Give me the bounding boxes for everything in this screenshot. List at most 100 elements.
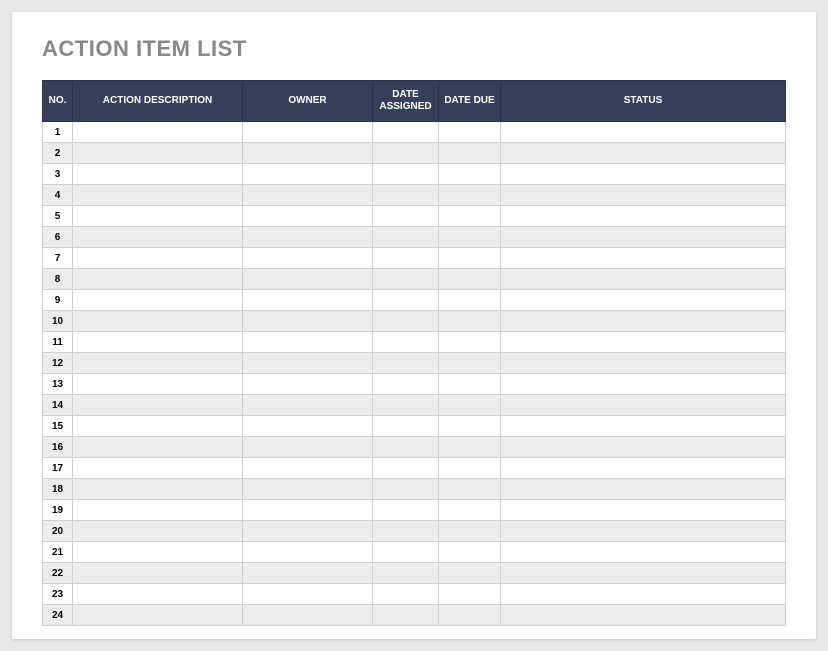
header-owner: OWNER: [243, 81, 373, 122]
cell-date-assigned: [373, 332, 439, 353]
cell-owner: [243, 458, 373, 479]
cell-date-due: [439, 206, 501, 227]
cell-status: [501, 206, 786, 227]
cell-owner: [243, 227, 373, 248]
cell-date-due: [439, 248, 501, 269]
cell-owner: [243, 143, 373, 164]
cell-date-assigned: [373, 374, 439, 395]
cell-owner: [243, 164, 373, 185]
cell-status: [501, 374, 786, 395]
cell-date-due: [439, 164, 501, 185]
cell-status: [501, 353, 786, 374]
cell-date-due: [439, 584, 501, 605]
cell-date-due: [439, 227, 501, 248]
cell-no: 10: [43, 311, 73, 332]
table-row: 23: [43, 584, 786, 605]
table-row: 17: [43, 458, 786, 479]
cell-no: 2: [43, 143, 73, 164]
cell-no: 23: [43, 584, 73, 605]
cell-description: [73, 290, 243, 311]
cell-status: [501, 479, 786, 500]
table-row: 11: [43, 332, 786, 353]
cell-no: 22: [43, 563, 73, 584]
table-row: 24: [43, 605, 786, 626]
cell-description: [73, 395, 243, 416]
header-status: STATUS: [501, 81, 786, 122]
cell-date-due: [439, 500, 501, 521]
cell-status: [501, 563, 786, 584]
cell-owner: [243, 374, 373, 395]
cell-status: [501, 521, 786, 542]
cell-no: 20: [43, 521, 73, 542]
cell-owner: [243, 290, 373, 311]
table-row: 12: [43, 353, 786, 374]
cell-owner: [243, 395, 373, 416]
table-row: 20: [43, 521, 786, 542]
cell-owner: [243, 584, 373, 605]
cell-owner: [243, 332, 373, 353]
cell-status: [501, 395, 786, 416]
cell-status: [501, 584, 786, 605]
table-row: 6: [43, 227, 786, 248]
cell-no: 17: [43, 458, 73, 479]
cell-date-due: [439, 269, 501, 290]
cell-no: 14: [43, 395, 73, 416]
cell-description: [73, 164, 243, 185]
cell-status: [501, 500, 786, 521]
cell-date-assigned: [373, 269, 439, 290]
cell-description: [73, 122, 243, 143]
action-item-table: NO. ACTION DESCRIPTION OWNER DATE ASSIGN…: [42, 80, 786, 626]
cell-description: [73, 353, 243, 374]
cell-description: [73, 416, 243, 437]
cell-no: 24: [43, 605, 73, 626]
cell-date-assigned: [373, 500, 439, 521]
cell-description: [73, 185, 243, 206]
table-row: 16: [43, 437, 786, 458]
cell-date-due: [439, 563, 501, 584]
cell-date-due: [439, 143, 501, 164]
cell-date-assigned: [373, 416, 439, 437]
cell-status: [501, 143, 786, 164]
cell-owner: [243, 563, 373, 584]
cell-date-due: [439, 290, 501, 311]
cell-description: [73, 332, 243, 353]
cell-no: 18: [43, 479, 73, 500]
cell-no: 5: [43, 206, 73, 227]
cell-description: [73, 584, 243, 605]
cell-status: [501, 269, 786, 290]
cell-owner: [243, 542, 373, 563]
cell-date-due: [439, 521, 501, 542]
cell-status: [501, 416, 786, 437]
cell-date-due: [439, 605, 501, 626]
cell-owner: [243, 269, 373, 290]
header-date-assigned: DATE ASSIGNED: [373, 81, 439, 122]
document-page: ACTION ITEM LIST NO. ACTION DESCRIPTION …: [12, 12, 816, 639]
cell-no: 8: [43, 269, 73, 290]
cell-date-assigned: [373, 206, 439, 227]
cell-status: [501, 332, 786, 353]
cell-date-due: [439, 353, 501, 374]
header-date-due: DATE DUE: [439, 81, 501, 122]
cell-status: [501, 290, 786, 311]
cell-owner: [243, 311, 373, 332]
cell-no: 11: [43, 332, 73, 353]
cell-description: [73, 248, 243, 269]
cell-date-assigned: [373, 605, 439, 626]
cell-no: 21: [43, 542, 73, 563]
cell-date-due: [439, 437, 501, 458]
table-row: 21: [43, 542, 786, 563]
table-body: 123456789101112131415161718192021222324: [43, 122, 786, 626]
cell-no: 12: [43, 353, 73, 374]
cell-owner: [243, 479, 373, 500]
cell-no: 13: [43, 374, 73, 395]
table-row: 18: [43, 479, 786, 500]
cell-date-assigned: [373, 311, 439, 332]
cell-date-assigned: [373, 395, 439, 416]
table-row: 15: [43, 416, 786, 437]
cell-status: [501, 437, 786, 458]
cell-date-assigned: [373, 164, 439, 185]
cell-date-assigned: [373, 185, 439, 206]
cell-no: 1: [43, 122, 73, 143]
table-row: 14: [43, 395, 786, 416]
cell-owner: [243, 122, 373, 143]
